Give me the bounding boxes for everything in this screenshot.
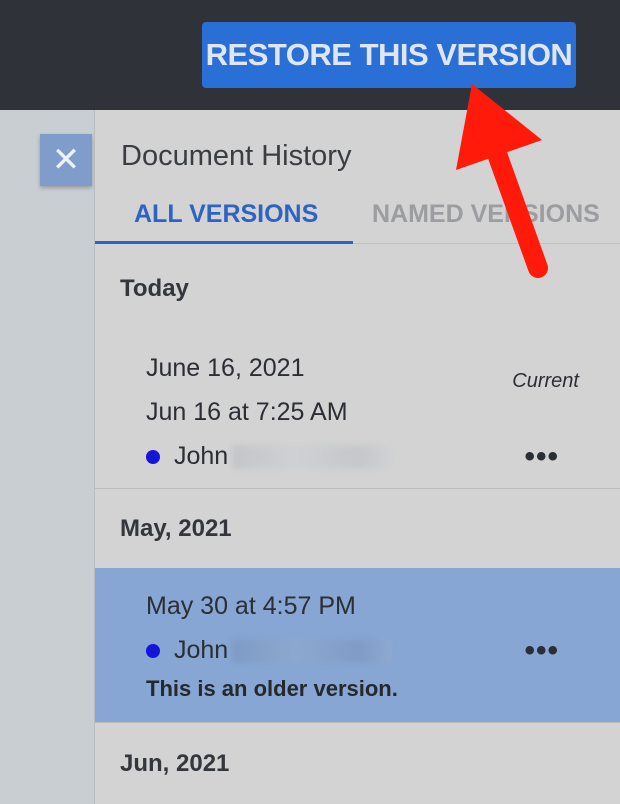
- version-timestamp: May 30 at 4:57 PM: [146, 592, 356, 620]
- tab-all-versions[interactable]: ALL VERSIONS: [134, 200, 318, 229]
- author-name: John: [174, 442, 229, 470]
- document-history-panel: Document History ALL VERSIONS NAMED VERS…: [94, 110, 620, 804]
- close-icon: ✕: [51, 141, 81, 179]
- top-toolbar: RESTORE THIS VERSION: [0, 0, 620, 110]
- redacted-surname: [232, 444, 393, 469]
- restore-version-button[interactable]: RESTORE THIS VERSION: [202, 22, 576, 88]
- panel-title: Document History: [121, 140, 352, 172]
- more-options-button[interactable]: •••: [524, 442, 559, 472]
- version-author: John: [146, 636, 393, 665]
- version-item-current[interactable]: June 16, 2021 Current Jun 16 at 7:25 AM …: [95, 332, 620, 488]
- author-color-dot: [146, 449, 160, 464]
- author-color-dot: [146, 643, 160, 658]
- tab-named-versions[interactable]: NAMED VERSIONS: [372, 200, 600, 229]
- older-version-note: This is an older version.: [146, 676, 398, 701]
- more-options-button[interactable]: •••: [524, 636, 559, 666]
- active-tab-indicator: [95, 241, 353, 244]
- group-header-today: Today: [120, 275, 189, 302]
- author-name: John: [174, 636, 229, 664]
- group-header-may-2021: May, 2021: [120, 515, 232, 542]
- current-badge: Current: [512, 370, 579, 392]
- version-item-selected[interactable]: May 30 at 4:57 PM John ••• This is an ol…: [95, 568, 620, 722]
- divider: [95, 488, 620, 489]
- version-name: June 16, 2021: [146, 354, 305, 382]
- close-history-button[interactable]: ✕: [40, 134, 92, 186]
- version-author: John: [146, 442, 393, 471]
- group-header-jun-2021: Jun, 2021: [120, 750, 230, 777]
- redacted-surname: [232, 638, 393, 663]
- divider: [95, 722, 620, 723]
- version-timestamp: Jun 16 at 7:25 AM: [146, 398, 348, 426]
- document-area: [0, 110, 94, 804]
